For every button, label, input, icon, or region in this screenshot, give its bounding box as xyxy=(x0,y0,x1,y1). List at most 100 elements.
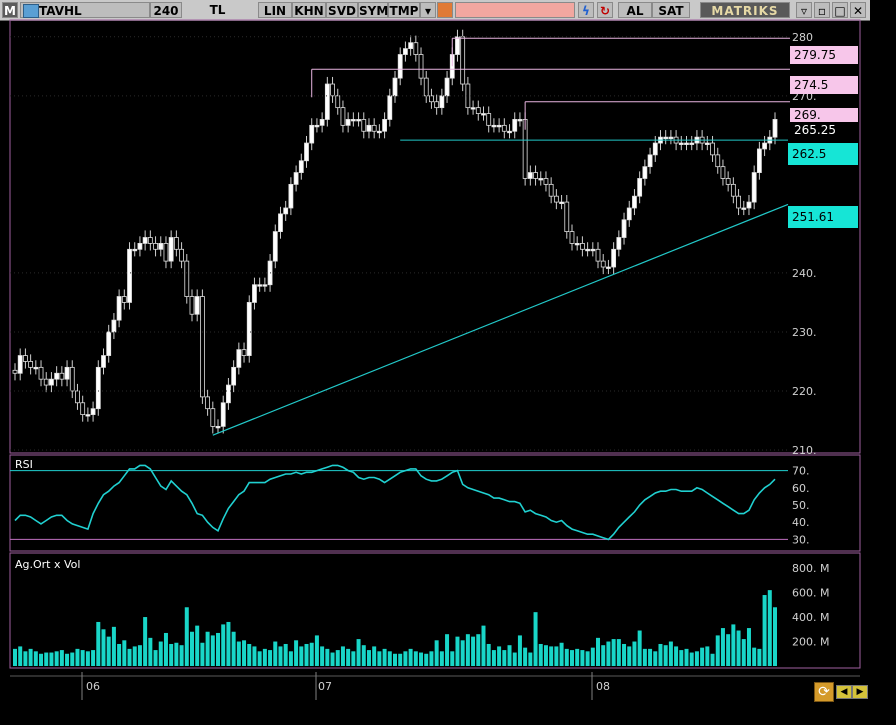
volume-bar xyxy=(497,646,502,666)
candle-body xyxy=(475,107,481,114)
volume-bar xyxy=(304,643,309,666)
volume-bar xyxy=(720,628,725,666)
candle-body xyxy=(350,119,356,122)
candle-body xyxy=(470,107,476,110)
volume-bar xyxy=(340,646,345,666)
candle-body xyxy=(507,130,512,134)
volume-bar xyxy=(163,632,168,666)
volume-bar xyxy=(517,635,522,666)
candle-body xyxy=(75,390,80,404)
x-label-08: 08 xyxy=(596,680,610,693)
trendline[interactable] xyxy=(212,203,789,436)
volume-bar xyxy=(195,625,200,666)
volume-bar xyxy=(372,646,377,666)
volume-bar xyxy=(460,640,465,666)
volume-bar xyxy=(39,653,44,666)
volume-bar xyxy=(299,646,304,666)
candle-body xyxy=(527,172,533,179)
volume-bar xyxy=(491,650,496,666)
candle-body xyxy=(241,349,247,356)
candle-body xyxy=(85,414,91,417)
price-tick-label: 220. xyxy=(792,385,817,398)
candle-body xyxy=(387,95,393,120)
candle-body xyxy=(101,355,106,368)
candle-body xyxy=(12,369,18,374)
candle-body xyxy=(663,136,669,140)
candle-body xyxy=(272,231,278,262)
candle-body xyxy=(616,237,622,250)
volume-bar xyxy=(424,653,429,666)
volume-bar xyxy=(523,647,528,666)
volume-bars: 200. M 400. M 600. M 800. M xyxy=(13,562,829,666)
candle-body xyxy=(257,284,263,287)
x-label-06: 06 xyxy=(86,680,100,693)
volume-bar xyxy=(23,651,28,666)
volume-bar xyxy=(767,590,772,666)
volume-bar xyxy=(606,641,611,666)
candle-body xyxy=(59,372,65,380)
volume-bar xyxy=(320,646,325,666)
candle-body xyxy=(512,119,518,132)
candle-body xyxy=(28,361,34,368)
price-panel-border xyxy=(9,19,861,454)
candle-body xyxy=(246,302,252,356)
volume-bar xyxy=(382,648,387,666)
candle-body xyxy=(611,248,617,268)
candle-body xyxy=(595,248,601,262)
support-level-262-5: 262.5 xyxy=(788,143,858,165)
price-candles xyxy=(12,29,778,434)
volume-bar xyxy=(330,652,335,666)
volume-bar xyxy=(757,648,762,666)
candle-body xyxy=(23,355,28,362)
candle-body xyxy=(762,142,767,150)
candle-body xyxy=(179,248,184,262)
candle-body xyxy=(501,124,507,132)
volume-bar xyxy=(549,646,554,666)
candle-body xyxy=(231,366,237,386)
scroll-right-icon[interactable]: ▶ xyxy=(852,685,868,699)
volume-bar xyxy=(684,648,689,666)
candle-body xyxy=(335,95,341,109)
volume-bar xyxy=(283,643,288,666)
chart-area[interactable]: 210.220.230.240.270.280 30.40.50.60.70. … xyxy=(0,0,896,725)
volume-bar xyxy=(450,651,455,666)
volume-bar xyxy=(59,650,64,666)
volume-bar xyxy=(668,641,673,666)
volume-bar xyxy=(642,648,647,666)
volume-bar xyxy=(653,651,658,666)
volume-bar xyxy=(627,646,632,666)
volume-tick-label: 200. M xyxy=(792,636,829,649)
volume-bar xyxy=(726,634,731,666)
volume-bar xyxy=(242,640,247,666)
volume-bar xyxy=(601,645,606,666)
volume-bar xyxy=(715,635,720,666)
candle-body xyxy=(199,296,205,398)
volume-bar xyxy=(184,607,189,666)
volume-bar xyxy=(429,651,434,666)
price-level-279-75: 279.75 xyxy=(790,46,858,64)
volume-bar xyxy=(445,634,450,666)
volume-bar xyxy=(91,650,96,666)
volume-bar xyxy=(169,643,174,666)
volume-bar xyxy=(216,632,221,666)
volume-bar xyxy=(538,643,543,666)
candle-body xyxy=(288,183,294,209)
rsi-line-group: 30. 40. 50. 60. 70. xyxy=(10,464,810,546)
volume-bar xyxy=(476,634,481,666)
candle-body xyxy=(376,130,382,134)
volume-bar xyxy=(471,636,476,666)
volume-bar xyxy=(314,635,319,666)
scroll-left-icon[interactable]: ◀ xyxy=(836,685,852,699)
candle-body xyxy=(600,260,606,268)
candle-body xyxy=(486,113,492,126)
volume-bar xyxy=(18,646,23,666)
candle-body xyxy=(309,124,315,144)
candle-body xyxy=(205,396,211,410)
candle-body xyxy=(80,402,86,415)
price-tick-label: 240. xyxy=(792,267,817,280)
candle-body xyxy=(304,142,309,162)
rsi-panel-label: RSI xyxy=(15,458,33,471)
volume-bar xyxy=(49,652,54,666)
auto-refresh-icon[interactable]: ⟳ xyxy=(814,682,834,702)
volume-bar xyxy=(622,643,627,666)
